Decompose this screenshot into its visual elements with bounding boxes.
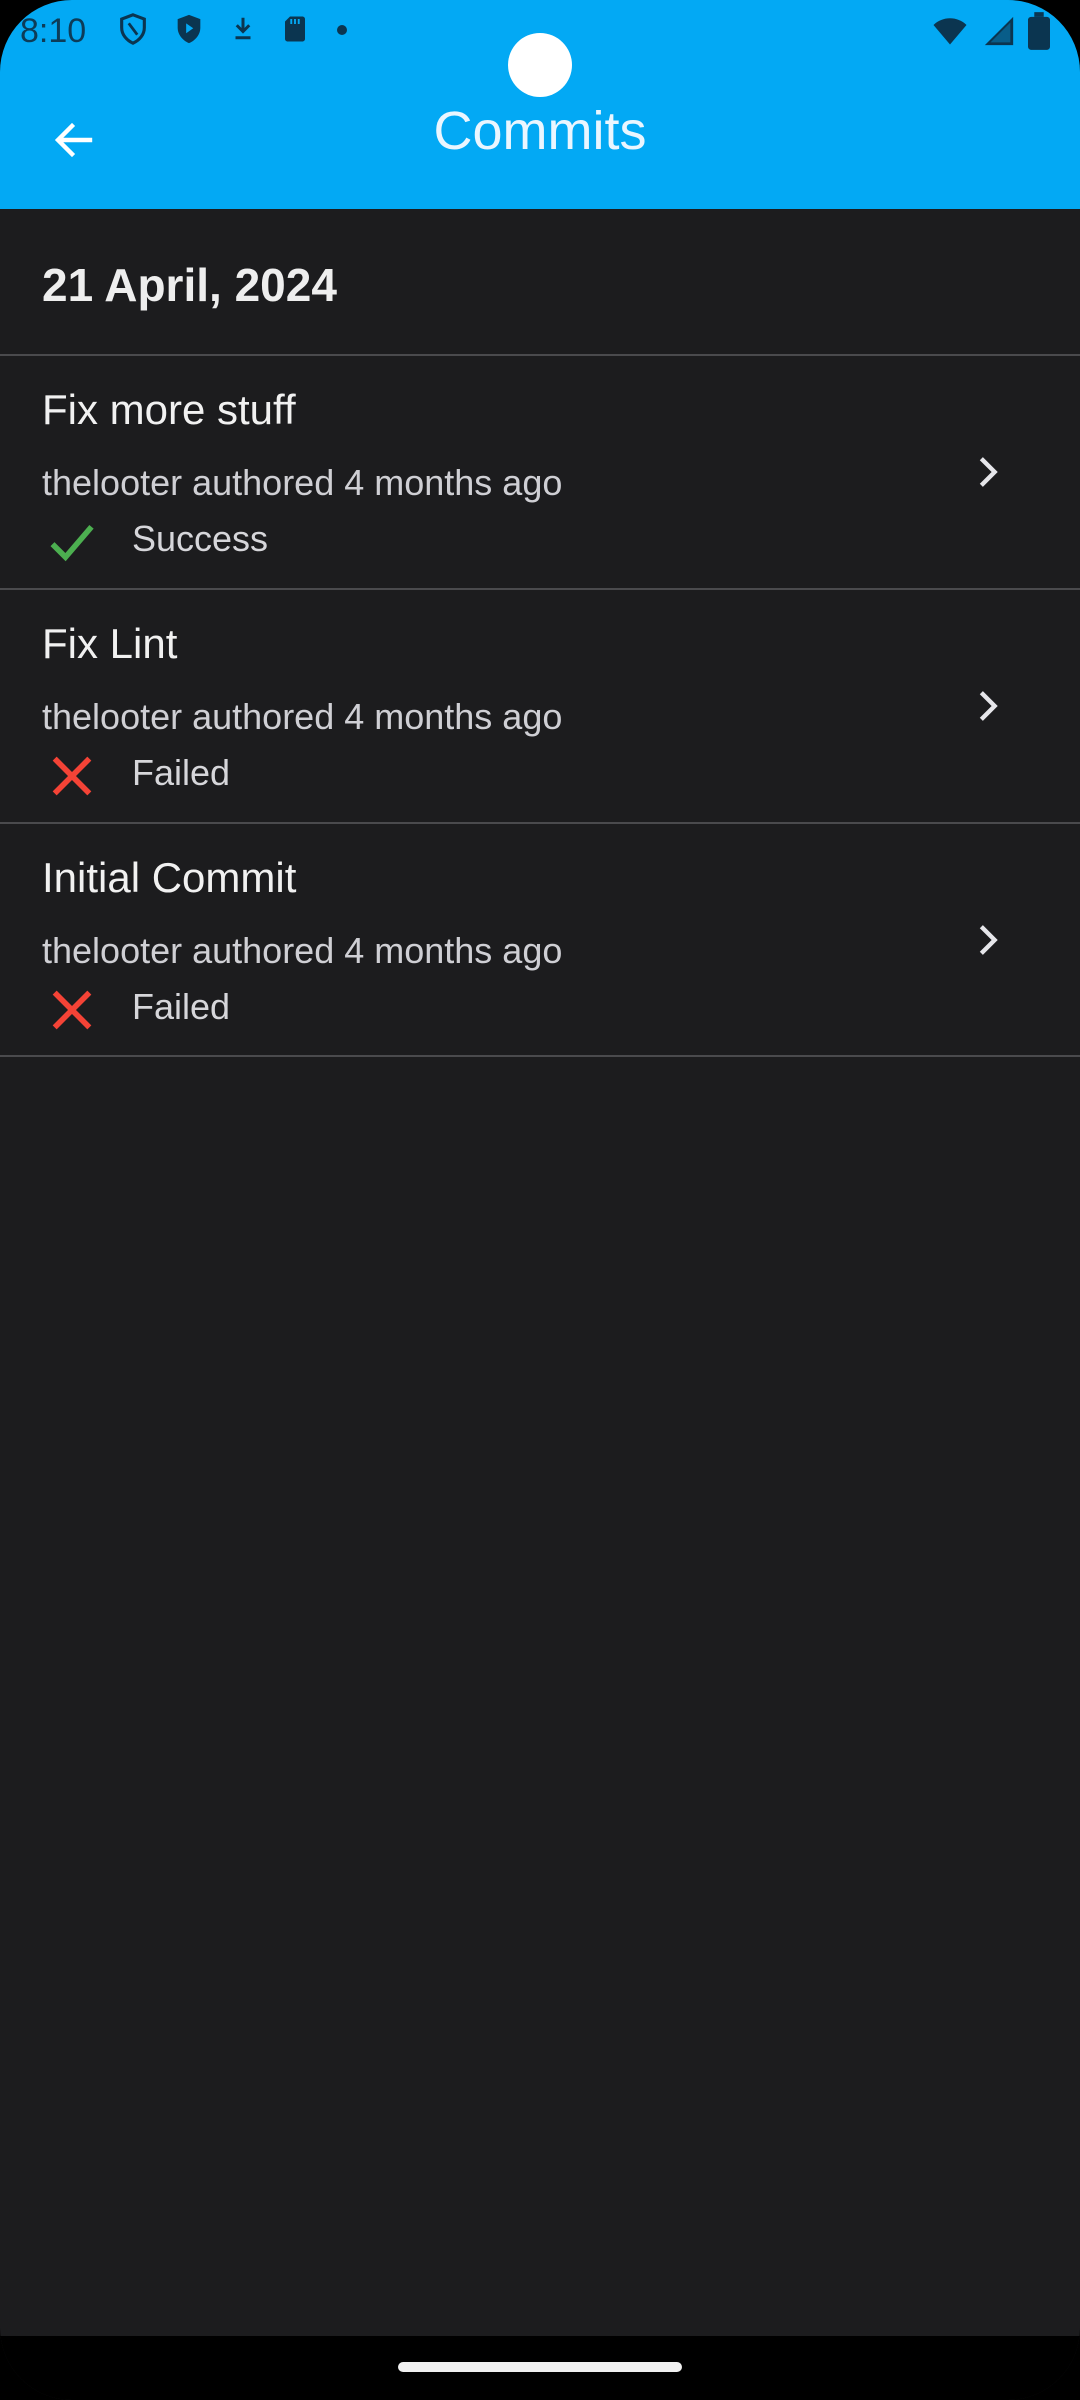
commit-item[interactable]: Fix more stuff thelooter authored 4 mont… [0,356,1080,588]
camera-cutout [508,33,572,97]
shield-play-icon [177,14,201,44]
chevron-right-icon [979,925,998,955]
commit-status: Failed [132,986,231,1027]
commit-status: Failed [132,752,231,793]
commit-author-meta: thelooter authored 4 months ago [42,462,563,503]
sd-card-icon [285,16,305,42]
app-bar: 8:10 Commits [0,0,1080,209]
commit-item[interactable]: Fix Lint thelooter authored 4 months ago… [0,590,1080,822]
status-right-icons [930,12,1050,50]
close-icon [52,756,92,796]
battery-icon [1028,12,1050,50]
home-indicator[interactable] [398,2362,682,2372]
commit-title: Fix more stuff [42,386,296,433]
wifi-icon [933,18,967,45]
dot-icon [337,25,347,35]
check-icon [50,525,94,562]
chevron-right-icon [979,691,998,721]
chevron-right-icon [979,457,998,487]
divider [0,1055,1080,1057]
download-icon [235,17,251,40]
commit-author-meta: thelooter authored 4 months ago [42,930,563,971]
page-title: Commits [433,101,647,161]
shield-outline-icon [120,13,146,45]
commit-title: Initial Commit [42,854,297,901]
commit-item[interactable]: Initial Commit thelooter authored 4 mont… [0,824,1080,1056]
commit-status: Success [132,518,269,559]
status-time: 8:10 [20,12,87,50]
date-section-header: 21 April, 2024 [42,259,337,311]
phone-screen: 8:10 Commits 21 April, 2024 Fix more stu… [0,0,1080,2400]
status-left-icons [116,12,352,46]
commit-title: Fix Lint [42,620,178,667]
signal-icon [984,16,1014,46]
commit-author-meta: thelooter authored 4 months ago [42,696,563,737]
close-icon [52,990,92,1030]
